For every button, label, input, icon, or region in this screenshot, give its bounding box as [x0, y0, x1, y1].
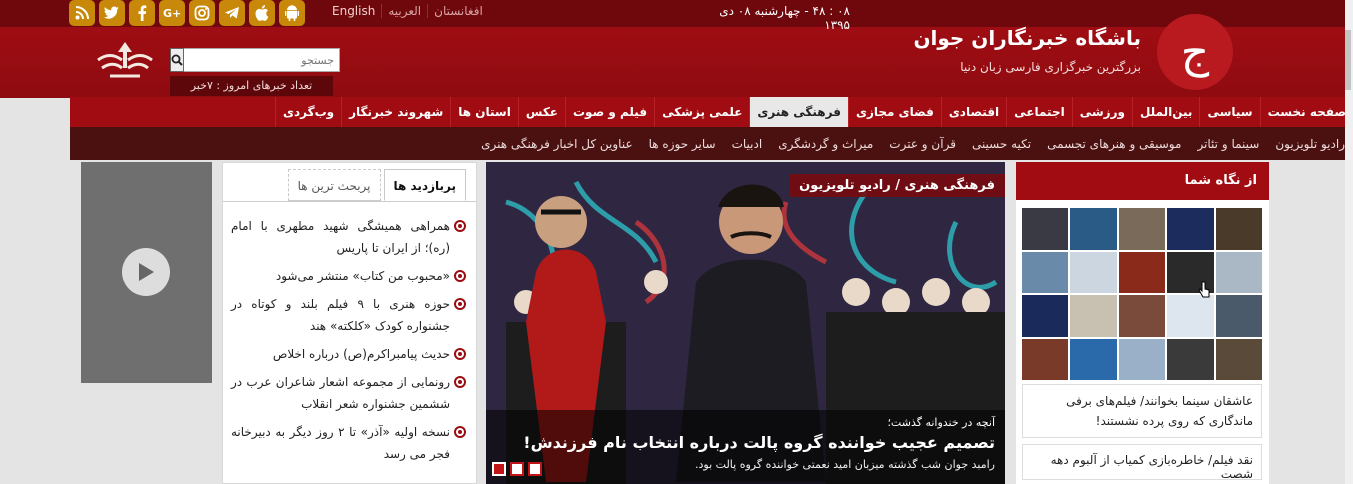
subnav-takyeh-hosseini[interactable]: تکیه حسینی: [964, 137, 1039, 151]
nav-economy[interactable]: اقتصادی: [940, 97, 1006, 127]
list-tabs: پربازدید ها پربحث ترین ها: [285, 169, 466, 201]
list-item[interactable]: همراهی همیشگی شهید مطهری با امام (ره)؛ ا…: [231, 215, 466, 259]
apple-icon[interactable]: [249, 0, 275, 26]
nav-provinces[interactable]: استان ها: [450, 97, 518, 127]
hero-caption[interactable]: آنچه در خندوانه گذشت؛ تصمیم عجیب خواننده…: [486, 410, 1005, 484]
site-subtitle: بزرگترین خبرگزاری فارسی زبان دنیا: [960, 60, 1141, 74]
nav-cyberspace[interactable]: فضای مجازی: [847, 97, 941, 127]
facebook-icon[interactable]: [129, 0, 155, 26]
news-count: تعداد خبرهای امروز : ۷خبر: [170, 76, 333, 96]
instagram-icon[interactable]: [189, 0, 215, 26]
tab-most-discussed[interactable]: پربحث ترین ها: [287, 169, 381, 201]
sidebar-from-your-view: از نگاه شما عاشقان سینما بخوانند/ فیلم‌ه…: [1016, 162, 1269, 484]
list-item[interactable]: حوزه هنری با ۹ فیلم بلند و کوتاه در جشنو…: [231, 293, 466, 337]
tab-most-viewed[interactable]: پربازدید ها: [383, 169, 466, 201]
sidebar-story-2[interactable]: نقد فیلم/ خاطره‌بازی کمیاب از آلبوم دهه …: [1022, 444, 1262, 481]
date-time: ۰۸ : ۴۸ - چهارشنبه ۰۸ دی ۱۳۹۵: [719, 4, 850, 32]
tab-divider: [223, 201, 476, 202]
scrollbar-thumb[interactable]: [1345, 30, 1351, 90]
irib-logo-icon[interactable]: [94, 38, 156, 82]
subnav-cinema-theater[interactable]: سینما و تئاتر: [1189, 137, 1267, 151]
bullet-icon: [454, 348, 466, 360]
subnav-all-headlines[interactable]: عناوین کل اخبار فرهنگی هنری: [473, 137, 641, 151]
twitter-icon[interactable]: [99, 0, 125, 26]
nav-sports[interactable]: ورزشی: [1071, 97, 1132, 127]
main-nav: صفحه نخست سیاسی بین‌الملل ورزشی اجتماعی …: [70, 97, 1353, 127]
subnav-quran[interactable]: قرآن و عترت: [881, 137, 964, 151]
slider-dot[interactable]: [510, 462, 524, 476]
hero-title[interactable]: تصمیم عجیب خواننده گروه پالت درباره انتخ…: [496, 433, 995, 452]
list-item[interactable]: «محبوب من کتاب» منتشر می‌شود: [231, 265, 466, 287]
sidebar-heading: از نگاه شما: [1016, 162, 1269, 200]
slider-dot[interactable]: [528, 462, 542, 476]
play-icon: [139, 263, 154, 281]
nav-international[interactable]: بین‌الملل: [1131, 97, 1199, 127]
subnav-radio-tv[interactable]: رادیو تلویزیون: [1267, 137, 1353, 151]
list-item[interactable]: نسخه اولیه «آذر» تا ۲ روز دیگر به دبیرخا…: [231, 421, 466, 465]
hand-cursor-icon: [1198, 281, 1210, 298]
nav-politics[interactable]: سیاسی: [1199, 97, 1259, 127]
subnav-music-visual-arts[interactable]: موسیقی و هنرهای تجسمی: [1039, 137, 1189, 151]
nav-photo[interactable]: عکس: [517, 97, 565, 127]
nav-social[interactable]: اجتماعی: [1006, 97, 1072, 127]
svg-text:G+: G+: [163, 7, 181, 20]
lang-afghanistan[interactable]: افغانستان: [427, 4, 489, 18]
film-mosaic-image[interactable]: [1022, 208, 1262, 380]
play-button[interactable]: [122, 248, 170, 296]
social-links: G+: [69, 0, 305, 26]
nav-web-browsing[interactable]: وب‌گردی: [274, 97, 341, 127]
subnav-other[interactable]: سایر حوزه ها: [641, 137, 724, 151]
hero-lead: رامبد جوان شب گذشته میزبان امید نعمتی خو…: [695, 458, 995, 471]
sub-nav: رادیو تلویزیون سینما و تئاتر موسیقی و هن…: [70, 127, 1353, 160]
nav-citizen-reporter[interactable]: شهروند خبرنگار: [341, 97, 450, 127]
nav-science-medical[interactable]: علمی پزشکی: [654, 97, 749, 127]
bullet-icon: [454, 298, 466, 310]
sidebar-story-1[interactable]: عاشقان سینما بخوانند/ فیلم‌های برفی ماند…: [1022, 384, 1262, 438]
search-button[interactable]: [170, 48, 184, 72]
lang-english[interactable]: English: [326, 4, 381, 18]
search-box: [170, 48, 340, 72]
telegram-icon[interactable]: [219, 0, 245, 26]
nav-home[interactable]: صفحه نخست: [1259, 97, 1353, 127]
language-switcher: English العربیه افغانستان: [326, 4, 489, 18]
site-title[interactable]: باشگاه خبرنگاران جوان: [913, 26, 1141, 50]
lang-arabic[interactable]: العربیه: [381, 4, 427, 18]
scrollbar[interactable]: [1345, 0, 1353, 484]
news-list: همراهی همیشگی شهید مطهری با امام (ره)؛ ا…: [231, 215, 466, 471]
rss-icon[interactable]: [69, 0, 95, 26]
bullet-icon: [454, 376, 466, 388]
nav-video-audio[interactable]: فیلم و صوت: [565, 97, 654, 127]
slider-dots: [492, 462, 542, 476]
bullet-icon: [454, 220, 466, 232]
subnav-heritage-tourism[interactable]: میراث و گردشگری: [770, 137, 881, 151]
hero-slider[interactable]: فرهنگی هنری / رادیو تلویزیون آنچه در خند…: [486, 162, 1005, 484]
bullet-icon: [454, 426, 466, 438]
slider-dot[interactable]: [492, 462, 506, 476]
hero-pretitle: آنچه در خندوانه گذشت؛: [887, 416, 995, 429]
nav-culture-art[interactable]: فرهنگی هنری: [749, 97, 848, 127]
subnav-literature[interactable]: ادبیات: [724, 137, 771, 151]
list-item[interactable]: حدیث پیامبراکرم(ص) درباره اخلاص: [231, 343, 466, 365]
search-input[interactable]: [184, 48, 340, 72]
android-icon[interactable]: [279, 0, 305, 26]
video-player[interactable]: [81, 162, 212, 383]
bullet-icon: [454, 270, 466, 282]
search-icon: [171, 54, 183, 66]
googleplus-icon[interactable]: G+: [159, 0, 185, 26]
list-item[interactable]: رونمایی از مجموعه اشعار شاعران عرب در شش…: [231, 371, 466, 415]
hero-category-tag[interactable]: فرهنگی هنری / رادیو تلویزیون: [789, 174, 1005, 197]
most-viewed-panel: پربازدید ها پربحث ترین ها همراهی همیشگی …: [222, 162, 477, 484]
site-logo[interactable]: ج: [1157, 14, 1233, 90]
brand: ج باشگاه خبرنگاران جوان بزرگترین خبرگزار…: [853, 0, 1353, 98]
